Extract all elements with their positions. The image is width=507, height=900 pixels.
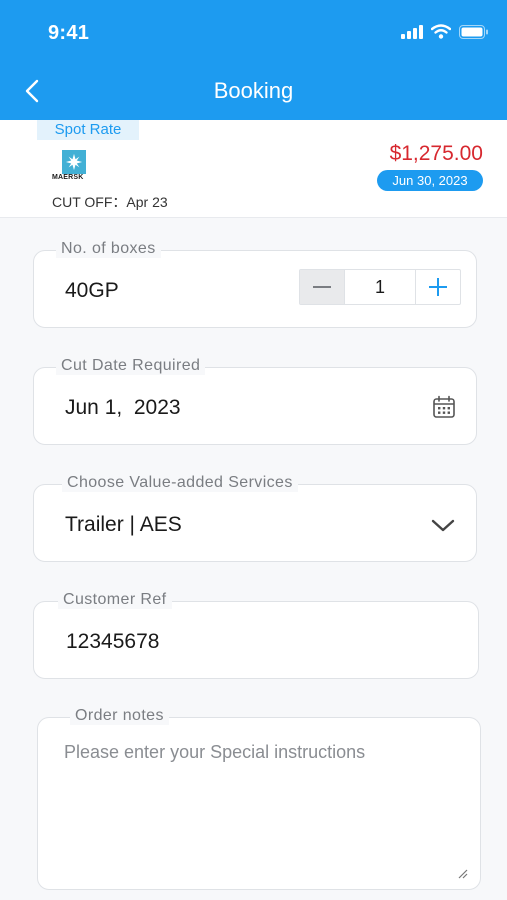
calendar-icon[interactable] [432,395,456,419]
cut-date-field[interactable]: Cut Date Required Jun 1, 2023 [33,357,477,445]
cut-date-label: Cut Date Required [56,357,206,375]
increment-button[interactable] [416,270,460,304]
status-time: 9:41 [48,22,90,44]
status-icons [401,24,489,39]
cut-date-value: Jun 1, 2023 [65,396,181,419]
minus-icon [313,286,331,288]
carrier-logo: MAERSK [52,150,92,182]
carrier-logo-text: MAERSK [52,174,84,181]
resize-grip-icon[interactable] [456,867,468,879]
plus-icon [429,278,447,296]
page-title: Booking [213,78,294,103]
decrement-button[interactable] [300,270,344,304]
customer-ref-label: Customer Ref [58,591,172,609]
booking-form: No. of boxes 40GP 1 Cut Date Required Ju… [0,218,507,900]
boxes-field: No. of boxes 40GP 1 [33,240,477,328]
spot-rate-badge: Spot Rate [37,120,139,140]
app-header: 9:41 Booking [0,0,507,120]
quantity-value[interactable]: 1 [344,270,416,304]
cutoff-date: CUT OFF：Apr 23 [52,194,168,210]
quantity-stepper: 1 [299,269,461,305]
container-type: 40GP [65,279,119,302]
services-field[interactable]: Choose Value-added Services Trailer | AE… [33,474,477,562]
maersk-star-icon [65,153,83,171]
battery-icon [459,24,488,39]
customer-ref-value: 12345678 [66,630,160,653]
price: $1,275.00 [389,142,483,165]
order-notes-placeholder: Please enter your Special instructions [64,742,366,762]
services-value: Trailer | AES [65,513,182,536]
rate-card: Spot Rate MAERSK CUT OFF：Apr 23 $1,275.0… [0,120,507,218]
order-notes-label: Order notes [70,707,169,725]
signal-icon [401,24,423,39]
order-notes-field[interactable]: Order notes Please enter your Special in… [37,707,481,890]
chevron-down-icon[interactable] [431,519,455,533]
sailing-date-badge: Jun 30, 2023 [377,170,483,191]
boxes-label: No. of boxes [56,240,161,258]
services-label: Choose Value-added Services [62,474,298,492]
customer-ref-field[interactable]: Customer Ref 12345678 [33,591,479,679]
wifi-icon [431,24,451,39]
